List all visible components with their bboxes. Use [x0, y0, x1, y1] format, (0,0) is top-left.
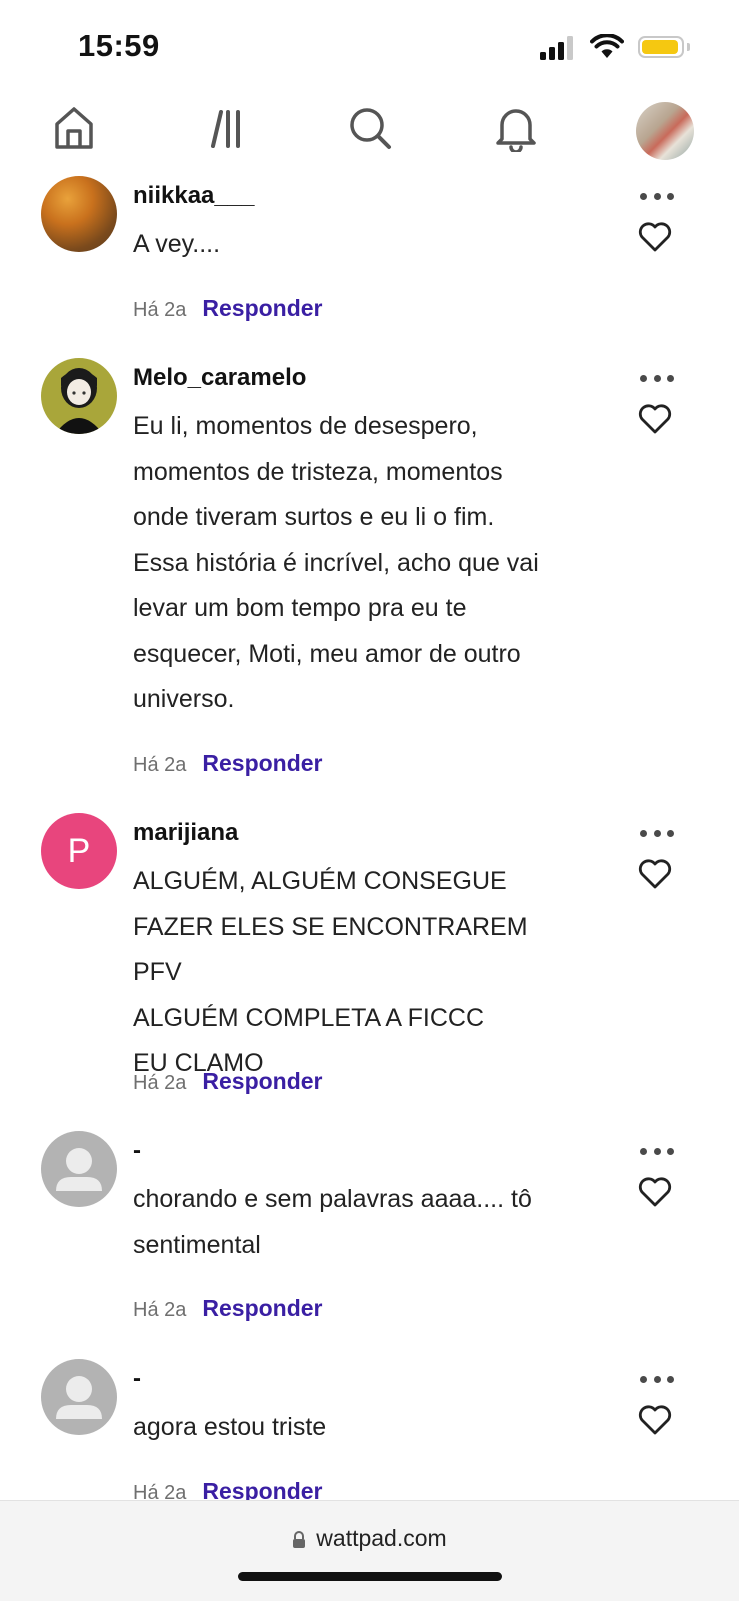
avatar-letter: P [67, 831, 91, 870]
browser-url-bar[interactable]: wattpad.com [0, 1500, 739, 1601]
comment-meta: Há 2a Responder [133, 750, 323, 777]
comment-timestamp: Há 2a [133, 299, 187, 321]
comment-text: agora estou triste [133, 1413, 327, 1441]
reply-button[interactable]: Responder [202, 295, 322, 322]
status-bar: 15:59 [0, 0, 739, 90]
home-icon[interactable] [50, 104, 98, 152]
comment-text: chorando e sem palavras aaaa.... tô sent… [133, 1185, 532, 1259]
reply-button[interactable]: Responder [202, 1295, 322, 1322]
comment-timestamp: Há 2a [133, 1072, 187, 1094]
comment-username[interactable]: - [133, 1137, 141, 1165]
more-options-icon[interactable] [640, 190, 674, 202]
comment-meta: Há 2a Responder [133, 1295, 323, 1322]
cellular-signal-icon [540, 36, 573, 60]
avatar[interactable] [41, 176, 117, 252]
more-options-icon[interactable] [640, 1145, 674, 1157]
status-time: 15:59 [78, 28, 160, 63]
avatar[interactable] [41, 1131, 117, 1207]
comment-text: ALGUÉM, ALGUÉM CONSEGUE FAZER ELES SE EN… [133, 867, 528, 1077]
more-options-icon[interactable] [640, 827, 674, 839]
comment-meta: Há 2a Responder [133, 1068, 323, 1095]
wifi-icon [590, 34, 624, 58]
url-text[interactable]: wattpad.com [316, 1525, 446, 1551]
heart-icon[interactable] [638, 859, 672, 889]
more-options-icon[interactable] [640, 1373, 674, 1385]
comment-text: A vey.... [133, 230, 221, 258]
app-nav-bar [0, 96, 739, 166]
comment-username[interactable]: marijiana [133, 819, 238, 847]
library-icon[interactable] [199, 104, 247, 152]
heart-icon[interactable] [638, 404, 672, 434]
battery-icon [638, 36, 684, 58]
avatar[interactable]: P [41, 813, 117, 889]
heart-icon[interactable] [638, 1405, 672, 1435]
reply-button[interactable]: Responder [202, 1068, 322, 1095]
comment-username[interactable]: Melo_caramelo [133, 364, 306, 392]
comment-username[interactable]: niikkaa___ [133, 182, 254, 210]
reply-button[interactable]: Responder [202, 750, 322, 777]
comment-username[interactable]: - [133, 1365, 141, 1393]
comment-timestamp: Há 2a [133, 754, 187, 776]
comment-meta: Há 2a Responder [133, 295, 323, 322]
search-icon[interactable] [346, 104, 394, 152]
avatar[interactable] [41, 1359, 117, 1435]
notifications-icon[interactable] [492, 104, 540, 152]
avatar[interactable] [41, 358, 117, 434]
lock-icon [293, 1530, 306, 1548]
home-indicator[interactable] [238, 1572, 502, 1581]
profile-avatar[interactable] [636, 102, 694, 160]
comment-text: Eu li, momentos de desespero, momentos d… [133, 412, 539, 713]
more-options-icon[interactable] [640, 372, 674, 384]
heart-icon[interactable] [638, 1177, 672, 1207]
comment-timestamp: Há 2a [133, 1299, 187, 1321]
heart-icon[interactable] [638, 222, 672, 252]
